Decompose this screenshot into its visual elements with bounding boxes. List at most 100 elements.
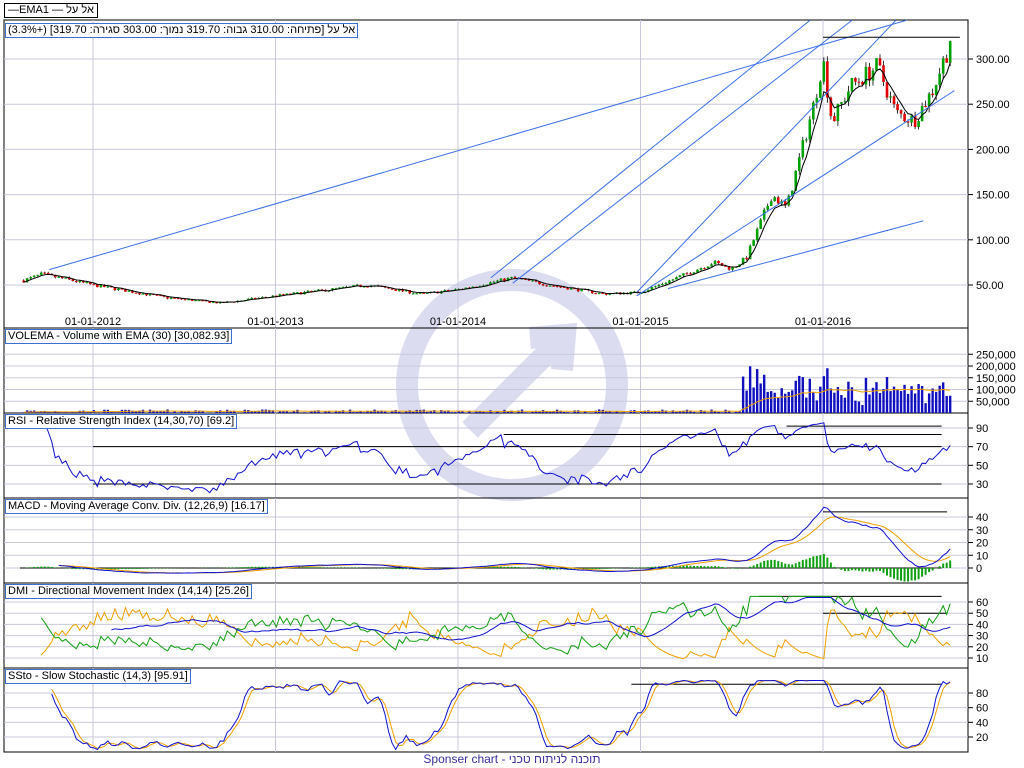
candle-body bbox=[92, 284, 96, 286]
volume-bar bbox=[920, 386, 924, 413]
volume-bar bbox=[412, 411, 415, 413]
ssto-k-line bbox=[51, 680, 951, 751]
volume-bar bbox=[899, 391, 903, 413]
candle-body bbox=[415, 293, 419, 295]
macd-histogram-bar bbox=[731, 568, 734, 569]
volume-bar bbox=[948, 395, 952, 413]
price-tick-label: 250.00 bbox=[976, 99, 1010, 111]
candle-body bbox=[804, 139, 808, 141]
macd-histogram-bar bbox=[594, 568, 597, 570]
volume-bar bbox=[426, 411, 429, 413]
macd-histogram-bar bbox=[689, 565, 692, 568]
volume-bar bbox=[222, 412, 225, 413]
macd-histogram-bar bbox=[394, 568, 397, 570]
macd-histogram-bar bbox=[612, 568, 615, 569]
macd-histogram-bar bbox=[710, 566, 713, 568]
volume-bar bbox=[268, 409, 271, 413]
macd-histogram-bar bbox=[917, 568, 920, 580]
candle-body bbox=[668, 280, 671, 284]
candle-body bbox=[682, 273, 685, 276]
macd-tick-label: 20 bbox=[976, 538, 988, 550]
macd-histogram-bar bbox=[805, 559, 808, 568]
macd-histogram-bar bbox=[826, 557, 829, 568]
macd-histogram-bar bbox=[120, 568, 123, 570]
macd-histogram-bar bbox=[791, 564, 794, 568]
candle-body bbox=[710, 264, 713, 267]
candle-body bbox=[57, 276, 61, 278]
rsi-tick-label: 30 bbox=[976, 479, 988, 491]
macd-histogram-bar bbox=[931, 568, 934, 571]
candle-body bbox=[194, 300, 197, 302]
price-tick-label: 150.00 bbox=[976, 190, 1010, 202]
macd-histogram-bar bbox=[247, 566, 250, 568]
macd-histogram-bar bbox=[945, 562, 948, 568]
candle-body bbox=[755, 228, 759, 241]
volume-bar bbox=[777, 397, 780, 413]
ssto-tick-label: 20 bbox=[976, 732, 988, 744]
adx-line bbox=[111, 597, 951, 641]
macd-histogram-bar bbox=[889, 568, 892, 578]
candle-body bbox=[499, 278, 503, 281]
macd-histogram-bar bbox=[306, 567, 309, 568]
ssto-tick-label: 40 bbox=[976, 717, 988, 729]
candle-body bbox=[141, 293, 145, 295]
volume-bar bbox=[345, 412, 348, 413]
macd-histogram-bar bbox=[131, 568, 134, 570]
volume-bar bbox=[99, 412, 103, 413]
macd-histogram-bar bbox=[829, 562, 832, 568]
candle-body bbox=[671, 279, 675, 281]
macd-histogram-bar bbox=[552, 568, 555, 570]
macd-histogram-bar bbox=[257, 566, 260, 568]
candle-body bbox=[703, 268, 706, 270]
watermark-arrow bbox=[462, 322, 578, 438]
macd-histogram-bar bbox=[542, 568, 545, 570]
volume-bar bbox=[934, 391, 938, 413]
candle-body bbox=[745, 257, 748, 260]
volume-bar bbox=[454, 412, 457, 413]
candle-body bbox=[134, 292, 138, 294]
candle-body bbox=[661, 284, 664, 286]
volume-bar bbox=[713, 411, 717, 413]
candle-body bbox=[808, 119, 812, 140]
candle-body bbox=[840, 102, 843, 104]
rsi-tick-label: 50 bbox=[976, 460, 988, 472]
candle-body bbox=[948, 41, 952, 63]
volume-bar bbox=[861, 405, 864, 413]
x-tick-label: 01-01-2012 bbox=[65, 316, 121, 328]
macd-histogram-bar bbox=[40, 566, 43, 568]
candle-body bbox=[717, 260, 720, 264]
candle-body bbox=[43, 272, 47, 274]
macd-histogram-bar bbox=[145, 568, 148, 569]
volume-bar bbox=[548, 411, 552, 413]
rsi-tick-label: 70 bbox=[976, 442, 988, 454]
candle-body bbox=[896, 104, 899, 111]
candle-body bbox=[541, 284, 545, 286]
macd-histogram-bar bbox=[703, 566, 706, 568]
macd-histogram-bar bbox=[907, 568, 910, 582]
volume-bar bbox=[362, 412, 366, 413]
macd-histogram-bar bbox=[75, 568, 78, 570]
macd-histogram-bar bbox=[643, 567, 646, 568]
macd-histogram-bar bbox=[738, 568, 741, 569]
macd-histogram-bar bbox=[798, 561, 801, 568]
volume-bar bbox=[85, 412, 89, 413]
macd-histogram-bar bbox=[896, 568, 899, 580]
macd-histogram-bar bbox=[854, 568, 857, 571]
candle-body bbox=[85, 282, 89, 284]
macd-histogram-bar bbox=[707, 566, 710, 568]
volume-bar bbox=[169, 412, 173, 413]
macd-histogram-bar bbox=[650, 566, 653, 568]
macd-histogram-bar bbox=[938, 566, 941, 568]
macd-histogram-bar bbox=[391, 568, 394, 569]
macd-histogram-bar bbox=[847, 568, 850, 572]
candle-body bbox=[776, 197, 780, 204]
ema-line bbox=[23, 62, 951, 303]
volume-bar bbox=[913, 393, 917, 413]
macd-histogram-bar bbox=[928, 568, 931, 573]
macd-histogram-bar bbox=[685, 565, 688, 568]
macd-histogram-bar bbox=[724, 567, 727, 568]
macd-histogram-bar bbox=[812, 556, 815, 568]
macd-histogram-bar bbox=[510, 566, 513, 568]
macd-histogram-bar bbox=[545, 568, 548, 570]
candle-body bbox=[885, 82, 889, 98]
